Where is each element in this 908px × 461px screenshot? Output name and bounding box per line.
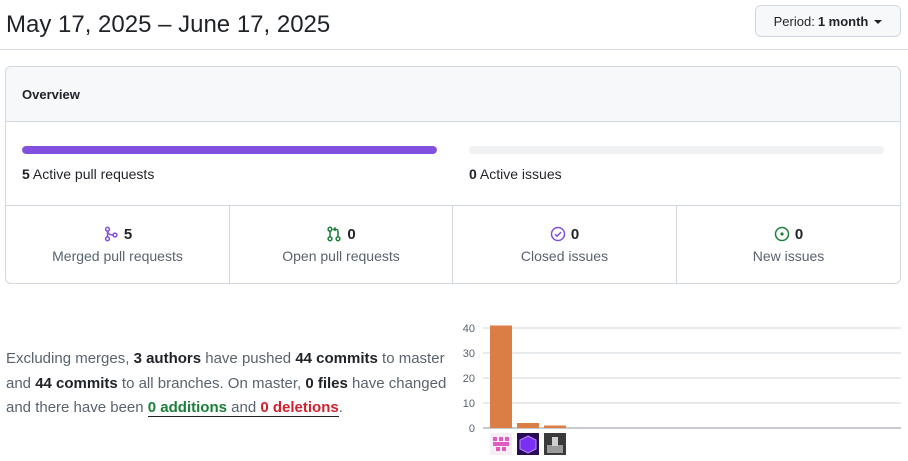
new-issues-stat[interactable]: 0 New issues — [677, 206, 900, 283]
merged-pull-requests-count: 5 — [123, 225, 133, 243]
overview-title: Overview — [22, 86, 80, 102]
pull-requests-progress-bar[interactable] — [22, 146, 437, 154]
overview-progress-row: 5 Active pull requests 0 Active issues — [6, 122, 900, 206]
period-dropdown-button[interactable]: Period: 1 month — [755, 5, 901, 37]
authors-count: 3 authors — [133, 350, 202, 367]
active-pull-requests-label: Active pull requests — [32, 166, 155, 182]
chart-bar[interactable] — [517, 423, 539, 428]
new-issue-icon — [774, 226, 790, 242]
new-issues-count: 0 — [794, 225, 804, 243]
additions-count: 0 additions — [147, 399, 227, 416]
commits-all-count: 44 commits — [35, 374, 118, 392]
pull-requests-progress-fill — [22, 146, 437, 154]
merged-pull-requests-stat[interactable]: 5 Merged pull requests — [6, 206, 230, 283]
deletions-count: 0 deletions — [260, 399, 339, 416]
chart-bar[interactable] — [490, 325, 512, 429]
overview-box: Overview 5 Active pull requests 0 Active… — [5, 66, 901, 284]
avatar-photo-detail — [552, 437, 558, 446]
avatar-pixel — [502, 447, 506, 451]
avatar-pixel — [493, 437, 497, 441]
commits-master-count: 44 commits — [295, 350, 378, 367]
chart-y-tick-label: 30 — [463, 348, 475, 360]
avatar-pixel — [505, 437, 509, 441]
issues-progress-bar[interactable] — [469, 146, 884, 154]
caret-down-icon — [874, 19, 883, 24]
overview-stats: 5 Merged pull requests 0 Open pull reque… — [6, 206, 900, 283]
active-issues-count: 0 — [469, 166, 477, 182]
chart-y-tick-label: 20 — [463, 373, 475, 385]
closed-issues-label: Closed issues — [520, 247, 609, 264]
avatar-pixel — [499, 437, 503, 441]
avatar-pixel — [496, 447, 500, 451]
summary-text: . — [338, 399, 343, 416]
open-pull-requests-stat[interactable]: 0 Open pull requests — [230, 206, 453, 283]
open-pull-requests-label: Open pull requests — [282, 247, 400, 264]
active-issues-link[interactable]: 0 Active issues — [469, 166, 562, 182]
summary-text: to all branches. On master, — [117, 374, 306, 392]
chart-bar[interactable] — [544, 425, 566, 429]
open-pr-icon — [326, 226, 342, 242]
period-label: Period: — [773, 13, 815, 29]
avatar-cube-shape — [519, 435, 537, 454]
overview-header: Overview — [6, 67, 900, 122]
summary-text: Excluding merges, — [6, 350, 134, 367]
avatar-photo-detail — [547, 445, 563, 453]
closed-issue-icon — [550, 226, 566, 242]
active-pull-requests-count: 5 — [22, 166, 30, 182]
page-header: May 17, 2025 – June 17, 2025 Period: 1 m… — [0, 0, 908, 50]
date-range-title: May 17, 2025 – June 17, 2025 — [6, 11, 331, 38]
chart-y-tick-label: 40 — [463, 323, 475, 335]
closed-issues-count: 0 — [570, 225, 580, 243]
merged-pr-icon — [103, 226, 119, 242]
closed-issues-stat[interactable]: 0 Closed issues — [453, 206, 677, 283]
new-issues-label: New issues — [752, 247, 825, 264]
chart-y-tick-label: 0 — [469, 423, 475, 435]
merged-pull-requests-label: Merged pull requests — [52, 247, 183, 264]
active-issues-label: Active issues — [479, 166, 562, 182]
avatar-pixel — [505, 442, 509, 446]
open-pull-requests-count: 0 — [347, 225, 356, 243]
files-changed-count: 0 files — [305, 374, 348, 392]
active-pull-requests-link[interactable]: 5 Active pull requests — [22, 166, 154, 182]
chart-y-tick-label: 10 — [463, 398, 475, 410]
summary-text: have pushed — [201, 350, 296, 367]
summary-text: and — [226, 399, 261, 416]
commits-by-author-chart: 0 10 20 30 40 — [463, 323, 901, 455]
changes-link[interactable]: 0 additions and 0 deletions — [147, 399, 339, 417]
commit-summary: Excluding merges, 3 authors have pushed … — [6, 347, 458, 421]
period-value: 1 month — [817, 13, 869, 29]
